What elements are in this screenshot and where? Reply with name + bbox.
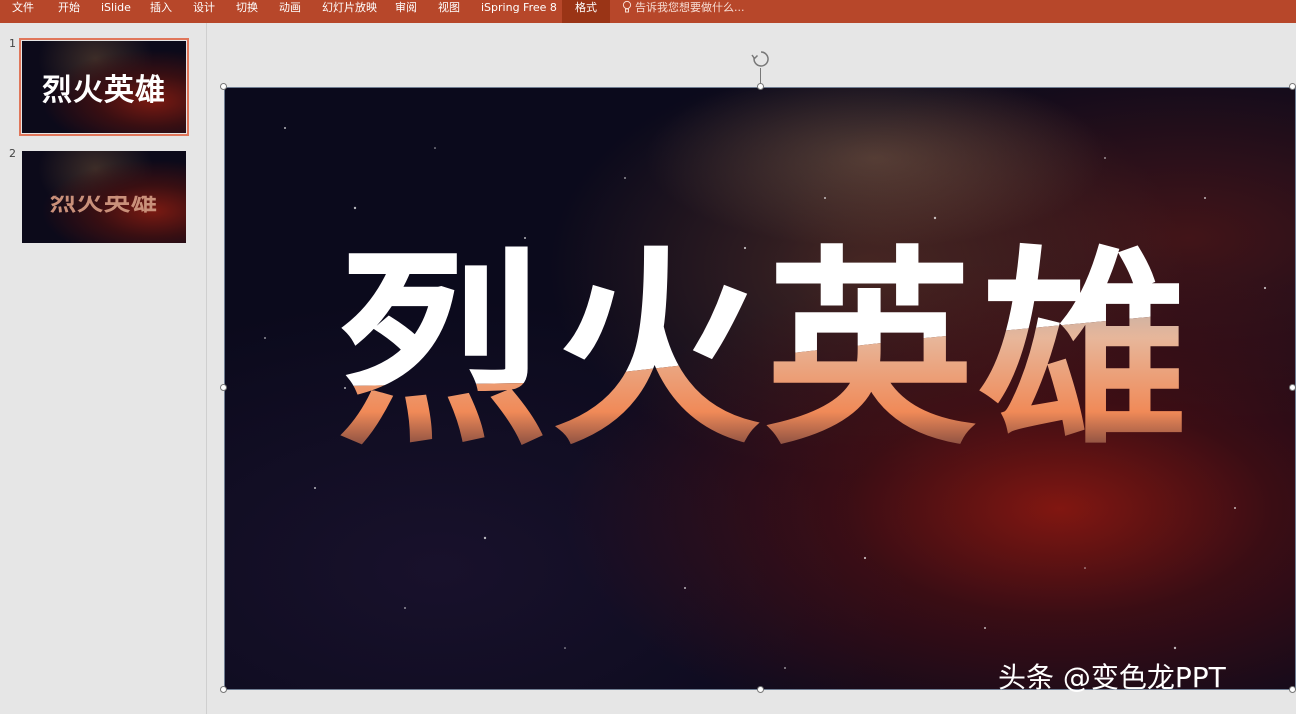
thumbnail-number: 1: [9, 37, 16, 50]
tab-ispring[interactable]: iSpring Free 8: [481, 0, 557, 23]
lightbulb-icon: [622, 0, 632, 13]
thumbnail-title: 烈火英雄: [49, 187, 158, 217]
slide-thumbnail-pane: 1 烈火英雄 2 烈火英雄: [0, 23, 207, 714]
resize-handle-left[interactable]: [220, 384, 227, 391]
watermark-text: 头条 @变色龙PPT: [998, 661, 1226, 694]
tab-review[interactable]: 审阅: [395, 0, 417, 23]
tab-format[interactable]: 格式: [562, 0, 610, 23]
slide-thumbnail-1[interactable]: 烈火英雄: [19, 38, 189, 136]
tab-transitions[interactable]: 切换: [236, 0, 258, 23]
slide-canvas[interactable]: 烈火英雄 烈火英雄: [224, 87, 1296, 690]
tell-me-text: 告诉我您想要做什么...: [635, 1, 745, 14]
rotate-icon: [751, 51, 769, 67]
resize-handle-top[interactable]: [757, 83, 764, 90]
tab-view[interactable]: 视图: [438, 0, 460, 23]
resize-handle-top-left[interactable]: [220, 83, 227, 90]
tab-islide[interactable]: iSlide: [101, 0, 131, 23]
rotate-handle[interactable]: [751, 49, 771, 69]
resize-handle-bottom[interactable]: [757, 686, 764, 693]
tab-design[interactable]: 设计: [193, 0, 215, 23]
tab-home[interactable]: 开始: [58, 0, 80, 23]
resize-handle-bottom-left[interactable]: [220, 686, 227, 693]
slide-artwork: 烈火英雄 烈火英雄: [264, 88, 1267, 669]
tab-insert[interactable]: 插入: [150, 0, 172, 23]
thumbnail-title: 烈火英雄: [42, 73, 166, 108]
ribbon-tab-bar: 文件 开始 iSlide 插入 设计 切换 动画 幻灯片放映 审阅 视图 iSp…: [0, 0, 1296, 23]
thumbnail-number: 2: [9, 147, 16, 160]
tell-me-box[interactable]: 告诉我您想要做什么...: [622, 0, 745, 23]
tab-animations[interactable]: 动画: [279, 0, 301, 23]
tab-file[interactable]: 文件: [12, 0, 34, 23]
tab-slideshow[interactable]: 幻灯片放映: [322, 0, 377, 23]
resize-handle-bottom-right[interactable]: [1289, 686, 1296, 693]
slide-thumbnail-2[interactable]: 烈火英雄: [22, 151, 186, 243]
resize-handle-top-right[interactable]: [1289, 83, 1296, 90]
resize-handle-right[interactable]: [1289, 384, 1296, 391]
